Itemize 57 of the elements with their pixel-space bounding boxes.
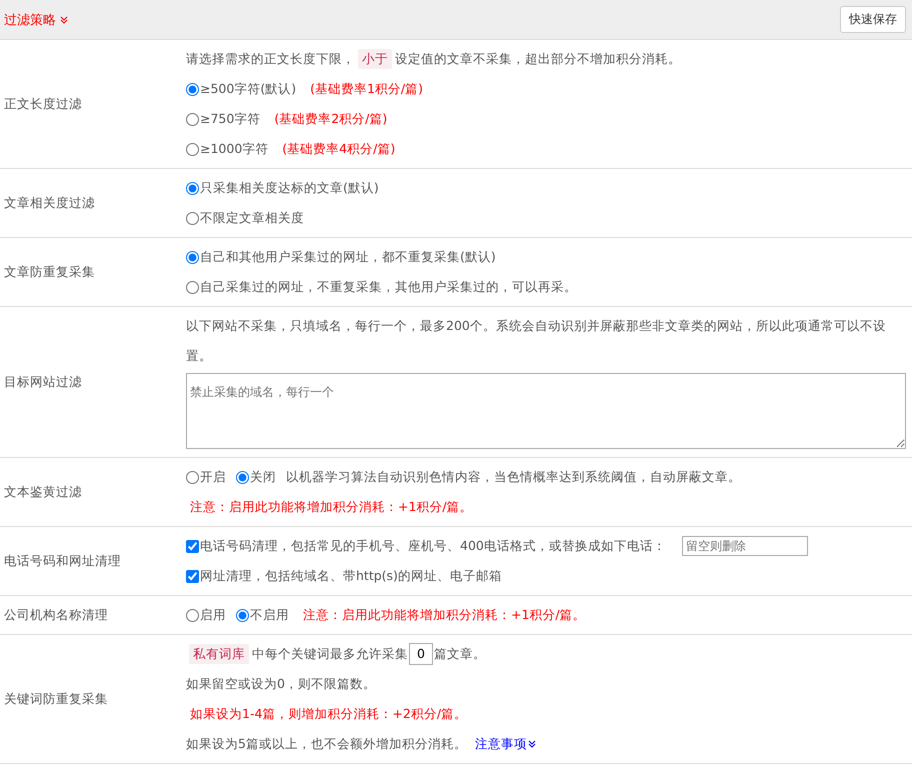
radio-button[interactable] (236, 608, 249, 622)
count-input-field[interactable]: 0 (409, 643, 433, 665)
option-label[interactable]: 自己采集过的网址，不重复采集，其他用户采集过的，可以再采。 (200, 272, 577, 302)
description-text: 如果设为5篇或以上，也不会额外增加积分消耗。 (186, 735, 467, 753)
warning-text: (基础费率1积分/篇) (310, 80, 424, 98)
warning-text: (基础费率4积分/篇) (282, 140, 396, 158)
description-text: 如果留空或设为0，则不限篇数。 (186, 676, 376, 691)
description-text: 请选择需求的正文长度下限， (186, 50, 355, 68)
option-label[interactable]: 开启 (200, 462, 226, 492)
chevron-icon (528, 740, 536, 748)
setting-label: 电话号码和网址清理 (4, 552, 121, 570)
option-label[interactable]: 不启用 (250, 600, 289, 630)
option-label[interactable]: 只采集相关度达标的文章(默认) (200, 173, 379, 203)
radio-button[interactable] (186, 112, 199, 126)
warning-text: (基础费率2积分/篇) (274, 110, 388, 128)
description-text: 以机器学习算法自动识别色情内容，当色情概率达到系统阈值，自动屏蔽文章。 (286, 468, 741, 486)
setting-label: 文本鉴黄过滤 (4, 484, 82, 500)
option-label[interactable]: 电话号码清理，包括常见的手机号、座机号、400电话格式，或替换成如下电话： (200, 531, 666, 561)
radio-button[interactable] (186, 608, 199, 622)
description-text: 以下网站不采集，只填域名，每行一个，最多200个。系统会自动识别并屏蔽那些非文章类的网站，所以此项通常可以不设置。 (186, 318, 886, 363)
setting-label: 公司机构名称清理 (4, 606, 108, 624)
radio-button[interactable] (186, 212, 199, 224)
warning-text: 注意：启用此功能将增加积分消耗：+1积分/篇。 (190, 498, 473, 516)
radio-button[interactable] (186, 82, 199, 96)
radio-button[interactable] (186, 280, 199, 294)
setting-label: 文章相关度过滤 (4, 194, 95, 212)
tag: 私有词库 (189, 644, 249, 664)
warning-text: 如果设为1-4篇，则增加积分消耗：+2积分/篇。 (190, 705, 468, 723)
description-text: 篇文章。 (434, 645, 486, 663)
warning-text: 注意：启用此功能将增加积分消耗：+1积分/篇。 (303, 606, 586, 624)
option-label[interactable]: ≥500字符(默认) (200, 74, 296, 104)
option-label[interactable]: 不限定文章相关度 (200, 203, 304, 233)
quick-save-button[interactable]: 快速保存 (840, 6, 906, 33)
domain-textarea[interactable]: 禁止采集的域名，每行一个 (186, 373, 906, 449)
option-label[interactable]: 自己和其他用户采集过的网址，都不重复采集(默认) (200, 242, 496, 272)
radio-button[interactable] (186, 470, 199, 484)
tag: 小于 (358, 49, 392, 69)
option-label[interactable]: 网址清理，包括纯域名、带http(s)的网址、电子邮箱 (200, 561, 502, 591)
radio-button[interactable] (236, 470, 249, 484)
description-text: 设定值的文章不采集，超出部分不增加积分消耗。 (395, 50, 681, 68)
radio-button[interactable] (186, 142, 199, 156)
description-text: 中每个关键词最多允许采集 (252, 645, 408, 663)
notes-link[interactable]: 注意事项 (474, 729, 536, 759)
setting-label: 文章防重复采集 (4, 264, 95, 280)
option-label[interactable]: 关闭 (250, 462, 276, 492)
checkbox[interactable] (186, 570, 199, 582)
option-label[interactable]: 启用 (200, 600, 226, 630)
option-label[interactable]: ≥750字符 (200, 104, 260, 134)
setting-label: 正文长度过滤 (4, 96, 82, 112)
radio-button[interactable] (186, 182, 199, 194)
phone-input-field[interactable]: 留空则删除 (682, 536, 808, 556)
option-label[interactable]: ≥1000字符 (200, 134, 268, 164)
setting-label: 关键词防重复采集 (4, 690, 108, 708)
setting-label: 目标网站过滤 (4, 374, 82, 390)
chevron-icon (60, 16, 68, 24)
checkbox[interactable] (186, 540, 199, 552)
radio-button[interactable] (186, 250, 199, 264)
